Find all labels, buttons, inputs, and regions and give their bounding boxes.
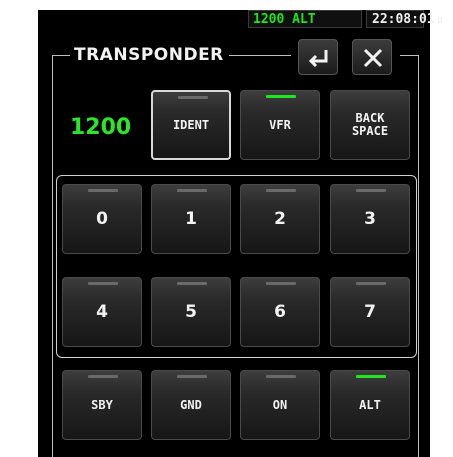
key-label: 0	[96, 208, 108, 229]
backspace-button[interactable]: BACK SPACE	[330, 90, 410, 160]
on-label: ON	[272, 397, 288, 412]
alt-label: ALT	[359, 397, 381, 412]
status-clock: 22:08:01 U	[366, 10, 442, 28]
vfr-button[interactable]: VFR	[240, 90, 320, 160]
panel-title: TRANSPONDER	[74, 45, 224, 65]
status-squawk: 1200 ALT	[253, 12, 316, 27]
key-label: 2	[274, 208, 286, 229]
key-4[interactable]: 4	[62, 277, 142, 347]
squawk-code-display: 1200	[70, 115, 132, 140]
key-2[interactable]: 2	[240, 184, 320, 254]
ident-button[interactable]: IDENT	[151, 90, 231, 160]
mode-sby-button[interactable]: SBY	[62, 370, 142, 440]
frame-line	[52, 55, 70, 56]
mode-alt-button[interactable]: ALT	[330, 370, 410, 440]
frame-line	[229, 55, 291, 56]
key-label: 5	[185, 301, 197, 322]
key-7[interactable]: 7	[330, 277, 410, 347]
key-6[interactable]: 6	[240, 277, 320, 347]
enter-icon	[308, 50, 328, 68]
transponder-screen: 1200 ALT 22:08:01 U TRANSPONDER 1200 IDEN…	[0, 0, 453, 457]
key-label: 3	[364, 208, 376, 229]
sby-label: SBY	[91, 397, 113, 412]
frame-line	[52, 55, 53, 457]
vfr-label: VFR	[269, 117, 291, 132]
frame-line	[418, 55, 419, 457]
mode-on-button[interactable]: ON	[240, 370, 320, 440]
frame-line	[400, 55, 418, 56]
status-time-suffix: U	[437, 16, 443, 25]
key-label: 4	[96, 301, 108, 322]
mode-gnd-button[interactable]: GND	[151, 370, 231, 440]
key-label: 7	[364, 301, 376, 322]
close-button[interactable]	[352, 39, 392, 75]
close-icon	[363, 48, 383, 68]
backspace-label: BACK SPACE	[351, 111, 389, 138]
ident-label: IDENT	[172, 117, 210, 132]
key-5[interactable]: 5	[151, 277, 231, 347]
enter-button[interactable]	[298, 39, 338, 75]
status-time: 22:08:01	[372, 12, 435, 27]
key-3[interactable]: 3	[330, 184, 410, 254]
key-0[interactable]: 0	[62, 184, 142, 254]
gnd-label: GND	[180, 397, 202, 412]
status-transponder: 1200 ALT	[248, 10, 362, 28]
key-label: 6	[274, 301, 286, 322]
key-label: 1	[185, 208, 197, 229]
key-1[interactable]: 1	[151, 184, 231, 254]
